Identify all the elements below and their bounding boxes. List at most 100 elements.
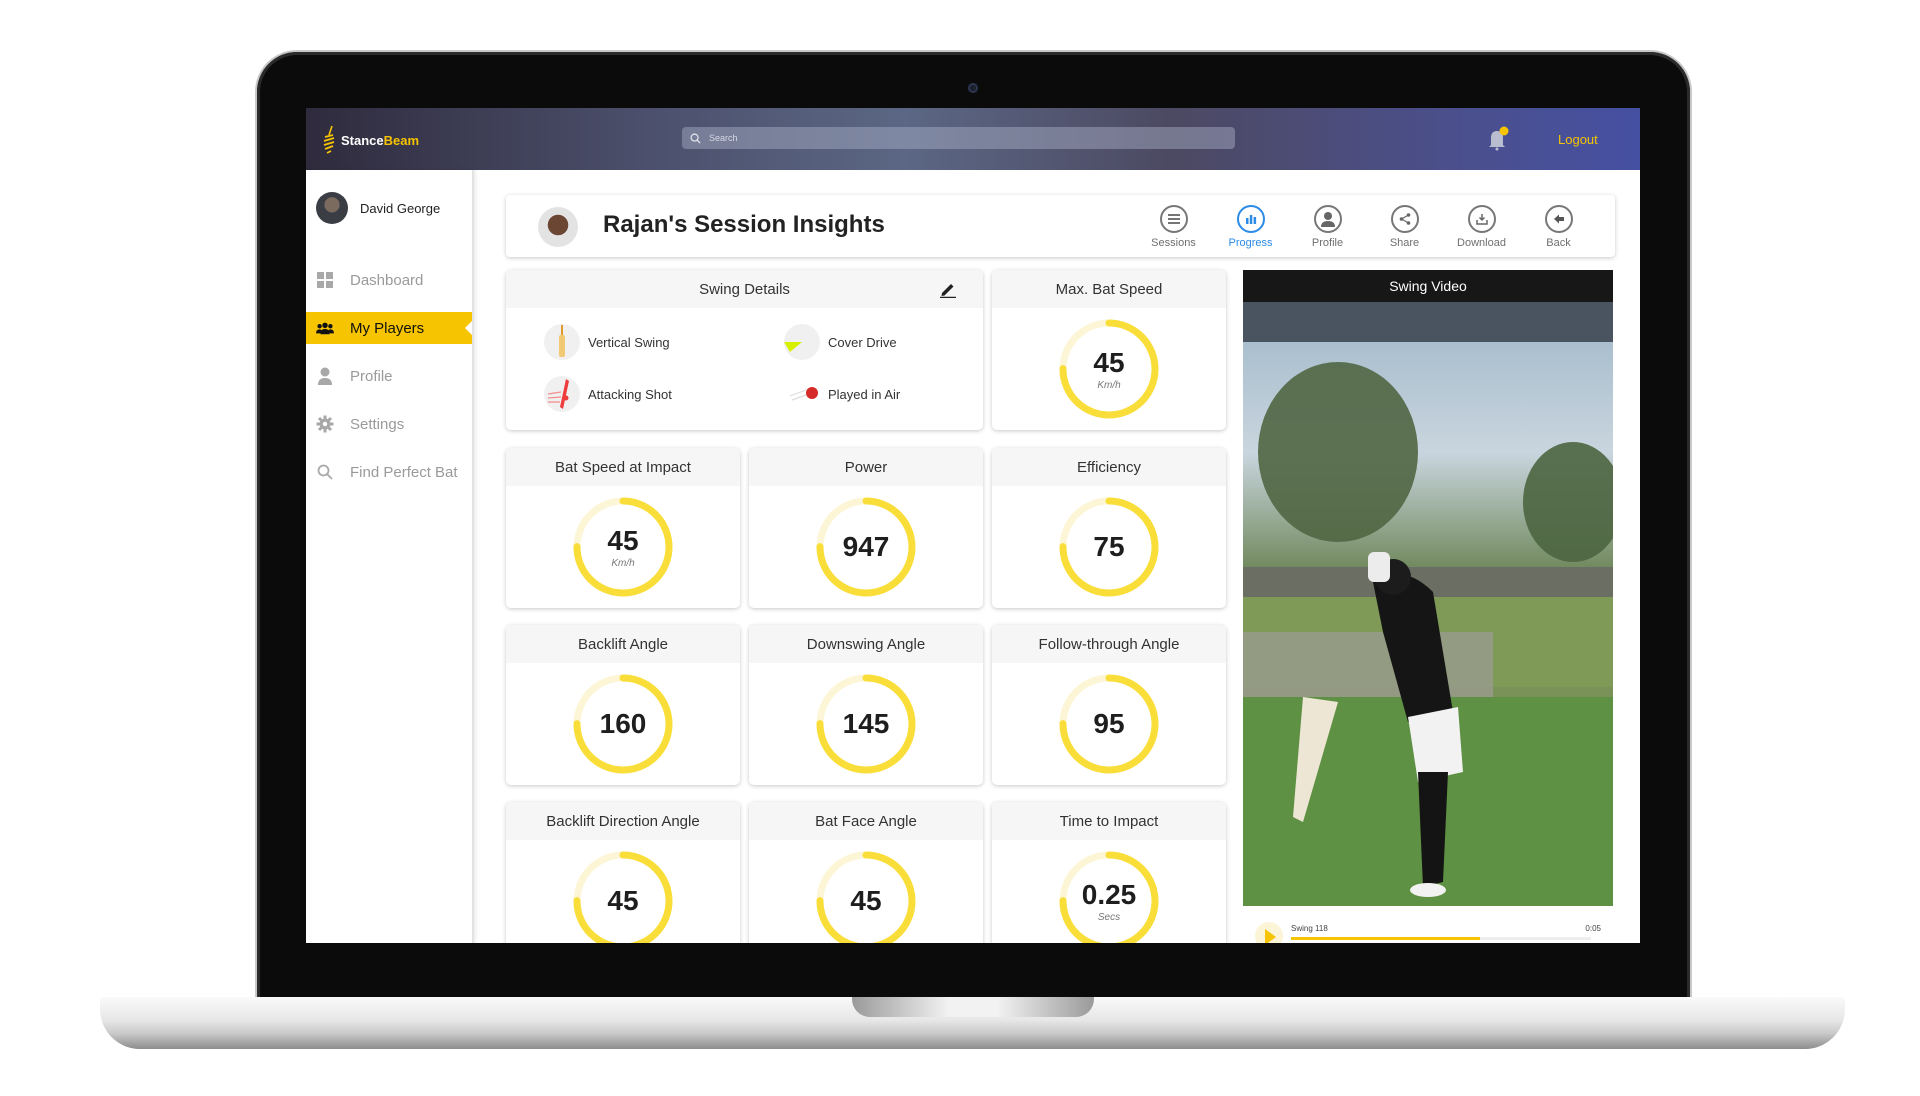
action-label: Back	[1546, 237, 1571, 249]
sidebar-item-label: Settings	[350, 415, 405, 433]
search-input[interactable]	[709, 133, 1189, 143]
gauge: 45 Km/h	[1056, 316, 1162, 422]
back-button[interactable]: Back	[1520, 205, 1597, 249]
list-icon	[1167, 214, 1180, 224]
video-player[interactable]	[1243, 302, 1613, 906]
card-title: Backlift Direction Angle	[506, 802, 740, 840]
sidebar-item-profile[interactable]: Profile	[306, 360, 472, 392]
card-title: Power	[749, 448, 983, 486]
gauge: 75	[1056, 494, 1162, 600]
search-bar[interactable]	[682, 127, 1235, 149]
card-title: Bat Speed at Impact	[506, 448, 740, 486]
sidebar-item-dashboard[interactable]: Dashboard	[306, 264, 472, 296]
metric-value: 75	[1093, 531, 1125, 562]
player-avatar	[538, 207, 578, 247]
profile-button[interactable]: Profile	[1289, 205, 1366, 249]
notification-badge	[1499, 126, 1509, 136]
user-name: David George	[360, 200, 441, 216]
metric-card-downswing-angle: Downswing Angle 145	[749, 625, 983, 785]
cover-drive-icon	[784, 324, 820, 360]
sidebar-item-label: Dashboard	[350, 271, 424, 289]
sidebar-item-label: Find Perfect Bat	[350, 463, 458, 481]
metric-unit: Km/h	[1097, 380, 1121, 391]
clip-name: Swing 118	[1291, 924, 1328, 933]
metric-card-bat-speed-at-impact: Bat Speed at Impact 45 Km/h	[506, 448, 740, 608]
progress-button[interactable]: Progress	[1212, 205, 1289, 249]
action-label: Progress	[1228, 237, 1273, 249]
action-label: Profile	[1311, 237, 1344, 249]
sessions-button[interactable]: Sessions	[1135, 205, 1212, 249]
sidebar-item-my-players[interactable]: My Players	[306, 312, 472, 344]
camera-icon	[968, 83, 978, 93]
user-profile[interactable]: David George	[316, 192, 440, 224]
edit-pencil-icon[interactable]	[939, 280, 957, 298]
ball-in-air-icon	[784, 376, 820, 412]
metric-card-efficiency: Efficiency 75	[992, 448, 1226, 608]
gauge: 0.25 Secs	[1056, 848, 1162, 943]
metric-card-follow-through-angle: Follow-through Angle 95	[992, 625, 1226, 785]
swing-detail-item: Played in Air	[784, 376, 900, 412]
swing-video-panel: Swing Video Swing 118 0:05	[1243, 270, 1613, 943]
search-icon	[690, 133, 701, 144]
download-icon	[1475, 214, 1488, 225]
metric-card-time-to-impact: Time to Impact 0.25 Secs	[992, 802, 1226, 943]
metric-value: 0.25	[1081, 879, 1137, 910]
metric-value: 95	[1093, 708, 1125, 739]
metric-value: 947	[842, 531, 890, 562]
brand-logo[interactable]: StanceBeam	[322, 125, 419, 155]
gear-icon	[316, 415, 334, 433]
sidebar-nav: Dashboard My Players Profile Settings Fi…	[306, 264, 472, 504]
metric-card-max-bat-speed: Max. Bat Speed 45 Km/h	[992, 270, 1226, 430]
video-frame-image	[1243, 302, 1613, 906]
play-icon[interactable]	[1255, 922, 1283, 943]
card-title: Follow-through Angle	[992, 625, 1226, 663]
download-button[interactable]: Download	[1443, 205, 1520, 249]
logo-icon	[323, 125, 335, 154]
sidebar-item-label: Profile	[350, 367, 393, 385]
sidebar-item-label: My Players	[350, 319, 425, 337]
gauge: 45	[570, 848, 676, 943]
bat-icon	[544, 324, 580, 360]
swing-detail-item: Attacking Shot	[544, 376, 672, 412]
person-icon	[1320, 212, 1335, 227]
app-screen: StanceBeam Logout David George D	[306, 108, 1640, 943]
video-progress-fill	[1291, 937, 1480, 940]
swing-detail-item: Cover Drive	[784, 324, 897, 360]
card-title: Bat Face Angle	[749, 802, 983, 840]
sidebar-item-settings[interactable]: Settings	[306, 408, 472, 440]
card-title: Max. Bat Speed	[992, 270, 1226, 308]
avatar	[316, 192, 348, 224]
metric-value: 45	[850, 885, 882, 916]
gauge: 95	[1056, 671, 1162, 777]
card-title: Downswing Angle	[749, 625, 983, 663]
metric-value: 160	[599, 708, 647, 739]
gauge: 947	[813, 494, 919, 600]
swing-details-list: Vertical Swing Cover Drive Attacking Sho…	[506, 308, 983, 428]
metric-card-backlift-angle: Backlift Angle 160	[506, 625, 740, 785]
page-title: Rajan's Session Insights	[603, 211, 885, 238]
search-icon	[316, 463, 334, 481]
brand-name: StanceBeam	[341, 132, 420, 148]
grid-icon	[316, 271, 334, 289]
gauge: 45 Km/h	[570, 494, 676, 600]
group-icon	[316, 319, 334, 337]
metric-value: 45	[1093, 347, 1125, 378]
card-title: Efficiency	[992, 448, 1226, 486]
session-header: Rajan's Session Insights Sessions Progre…	[506, 195, 1615, 257]
metric-value: 145	[842, 708, 890, 739]
metric-card-backlift-direction-angle: Backlift Direction Angle 45	[506, 802, 740, 943]
notification-bell-icon[interactable]	[1486, 126, 1510, 152]
share-icon	[1399, 213, 1410, 225]
metric-card-bat-face-angle: Bat Face Angle 45	[749, 802, 983, 943]
video-progress-bar[interactable]	[1291, 937, 1591, 940]
card-title: Swing Details	[506, 270, 983, 308]
card-title: Time to Impact	[992, 802, 1226, 840]
card-title: Backlift Angle	[506, 625, 740, 663]
action-label: Share	[1389, 237, 1420, 249]
top-navbar: StanceBeam Logout	[306, 108, 1640, 170]
logout-link[interactable]: Logout	[1558, 132, 1598, 147]
sidebar-item-find-perfect-bat[interactable]: Find Perfect Bat	[306, 456, 472, 488]
share-button[interactable]: Share	[1366, 205, 1443, 249]
clip-duration: 0:05	[1585, 924, 1601, 933]
action-label: Download	[1457, 237, 1506, 249]
